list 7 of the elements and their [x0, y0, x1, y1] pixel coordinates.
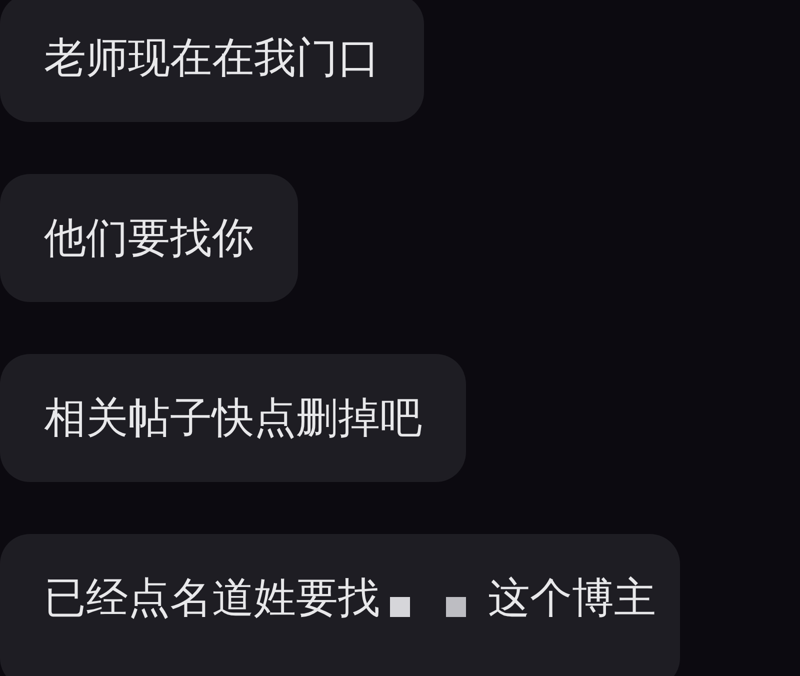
message-text: 相关帖子快点删掉吧	[44, 392, 422, 444]
message-text: 老师现在在我门口	[44, 32, 380, 84]
redaction-mark	[390, 597, 410, 617]
message-text: 他们要找你	[44, 212, 254, 264]
message-text: 已经点名道姓要找	[44, 572, 380, 624]
redaction-mark	[446, 597, 466, 617]
message-text: 这个博主	[488, 572, 656, 624]
